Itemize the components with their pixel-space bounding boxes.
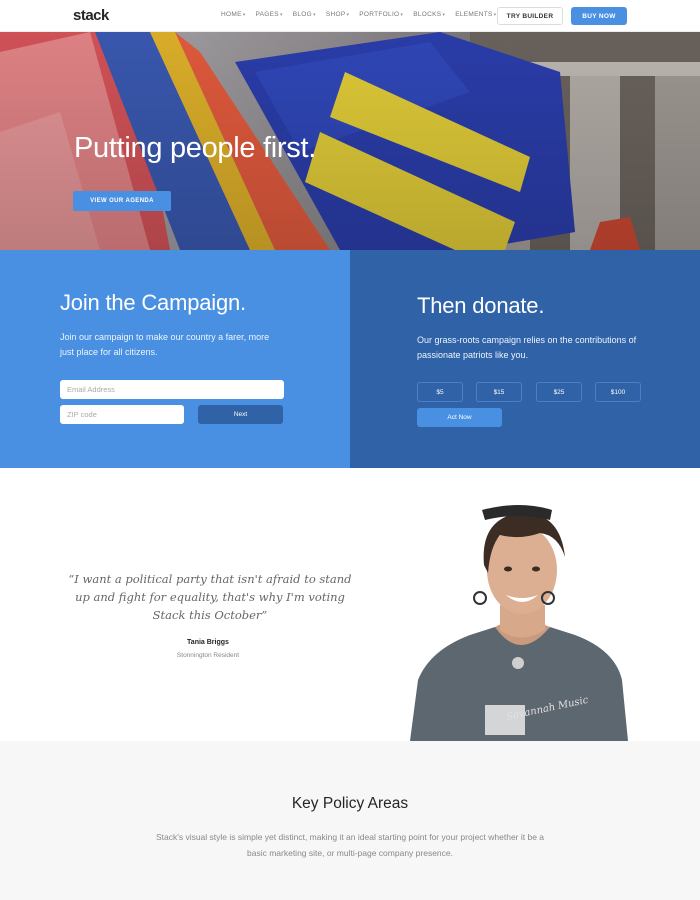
- menu-item-elements[interactable]: ELEMENTS ▾: [455, 11, 496, 18]
- amount-button-5[interactable]: $5: [417, 382, 463, 402]
- main-menu: HOME ▾ PAGES ▾ BLOG ▾ SHOP ▾ PORTFOLIO ▾ BLOC…: [221, 11, 496, 18]
- email-placeholder: Email Address: [67, 385, 115, 394]
- donate-title: Then donate.: [417, 293, 545, 318]
- menu-item-home[interactable]: HOME ▾: [221, 11, 246, 18]
- logo[interactable]: stack: [73, 7, 109, 24]
- join-title: Join the Campaign.: [60, 290, 246, 315]
- amount-button-25[interactable]: $25: [536, 382, 582, 402]
- chevron-down-icon: ▾: [400, 11, 404, 18]
- chevron-down-icon: ▾: [442, 11, 446, 18]
- menu-item-label: BLOCKS: [413, 11, 442, 18]
- try-builder-button[interactable]: TRY BUILDER: [497, 7, 563, 25]
- policy-description: Stack's visual style is simple yet disti…: [155, 832, 545, 858]
- next-button[interactable]: Next: [198, 405, 283, 424]
- testimonial-quote: “I want a political party that isn't afr…: [68, 572, 352, 622]
- menu-item-blocks[interactable]: BLOCKS ▾: [413, 11, 445, 18]
- menu-item-label: BLOG: [292, 11, 313, 18]
- testimonial-role: Stonnington Resident: [176, 652, 240, 659]
- chevron-down-icon: ▾: [242, 11, 246, 18]
- menu-item-portfolio[interactable]: PORTFOLIO ▾: [359, 11, 403, 18]
- hero-section: Putting people first. VIEW OUR AGENDA: [0, 32, 700, 250]
- amount-button-15[interactable]: $15: [476, 382, 522, 402]
- chevron-down-icon: ▾: [313, 11, 316, 18]
- chevron-down-icon: ▾: [279, 11, 283, 18]
- act-now-button[interactable]: Act Now: [417, 408, 502, 427]
- top-navbar: stack HOME ▾ PAGES ▾ BLOG ▾ SHOP ▾ PORTFOLIO…: [0, 0, 700, 32]
- menu-item-label: HOME: [221, 11, 242, 18]
- view-agenda-button[interactable]: VIEW OUR AGENDA: [73, 191, 171, 211]
- testimonial-author: Tania Briggs: [187, 639, 229, 646]
- hero-title: Putting people first.: [74, 132, 316, 164]
- policy-section: [0, 741, 700, 900]
- menu-item-label: SHOP: [325, 11, 346, 18]
- buy-now-button[interactable]: BUY NOW: [571, 7, 627, 25]
- menu-item-label: PORTFOLIO: [359, 11, 400, 18]
- menu-item-label: ELEMENTS: [455, 11, 493, 18]
- policy-title: Key Policy Areas: [291, 795, 409, 812]
- donate-description: Our grass-roots campaign relies on the c…: [417, 335, 637, 360]
- menu-item-pages[interactable]: PAGES ▾: [256, 11, 283, 18]
- menu-item-label: PAGES: [255, 11, 279, 18]
- amount-button-100[interactable]: $100: [595, 382, 641, 402]
- zip-placeholder: ZIP code: [67, 410, 97, 419]
- testimonial-portrait-photo: Savannah Music: [410, 505, 628, 741]
- menu-item-blog[interactable]: BLOG ▾: [293, 11, 316, 18]
- zip-field[interactable]: ZIP code: [60, 405, 184, 424]
- menu-item-shop[interactable]: SHOP ▾: [326, 11, 349, 18]
- email-field[interactable]: Email Address: [60, 380, 284, 399]
- join-description: Join our campaign to make our country a …: [60, 332, 270, 357]
- chevron-down-icon: ▾: [346, 11, 350, 18]
